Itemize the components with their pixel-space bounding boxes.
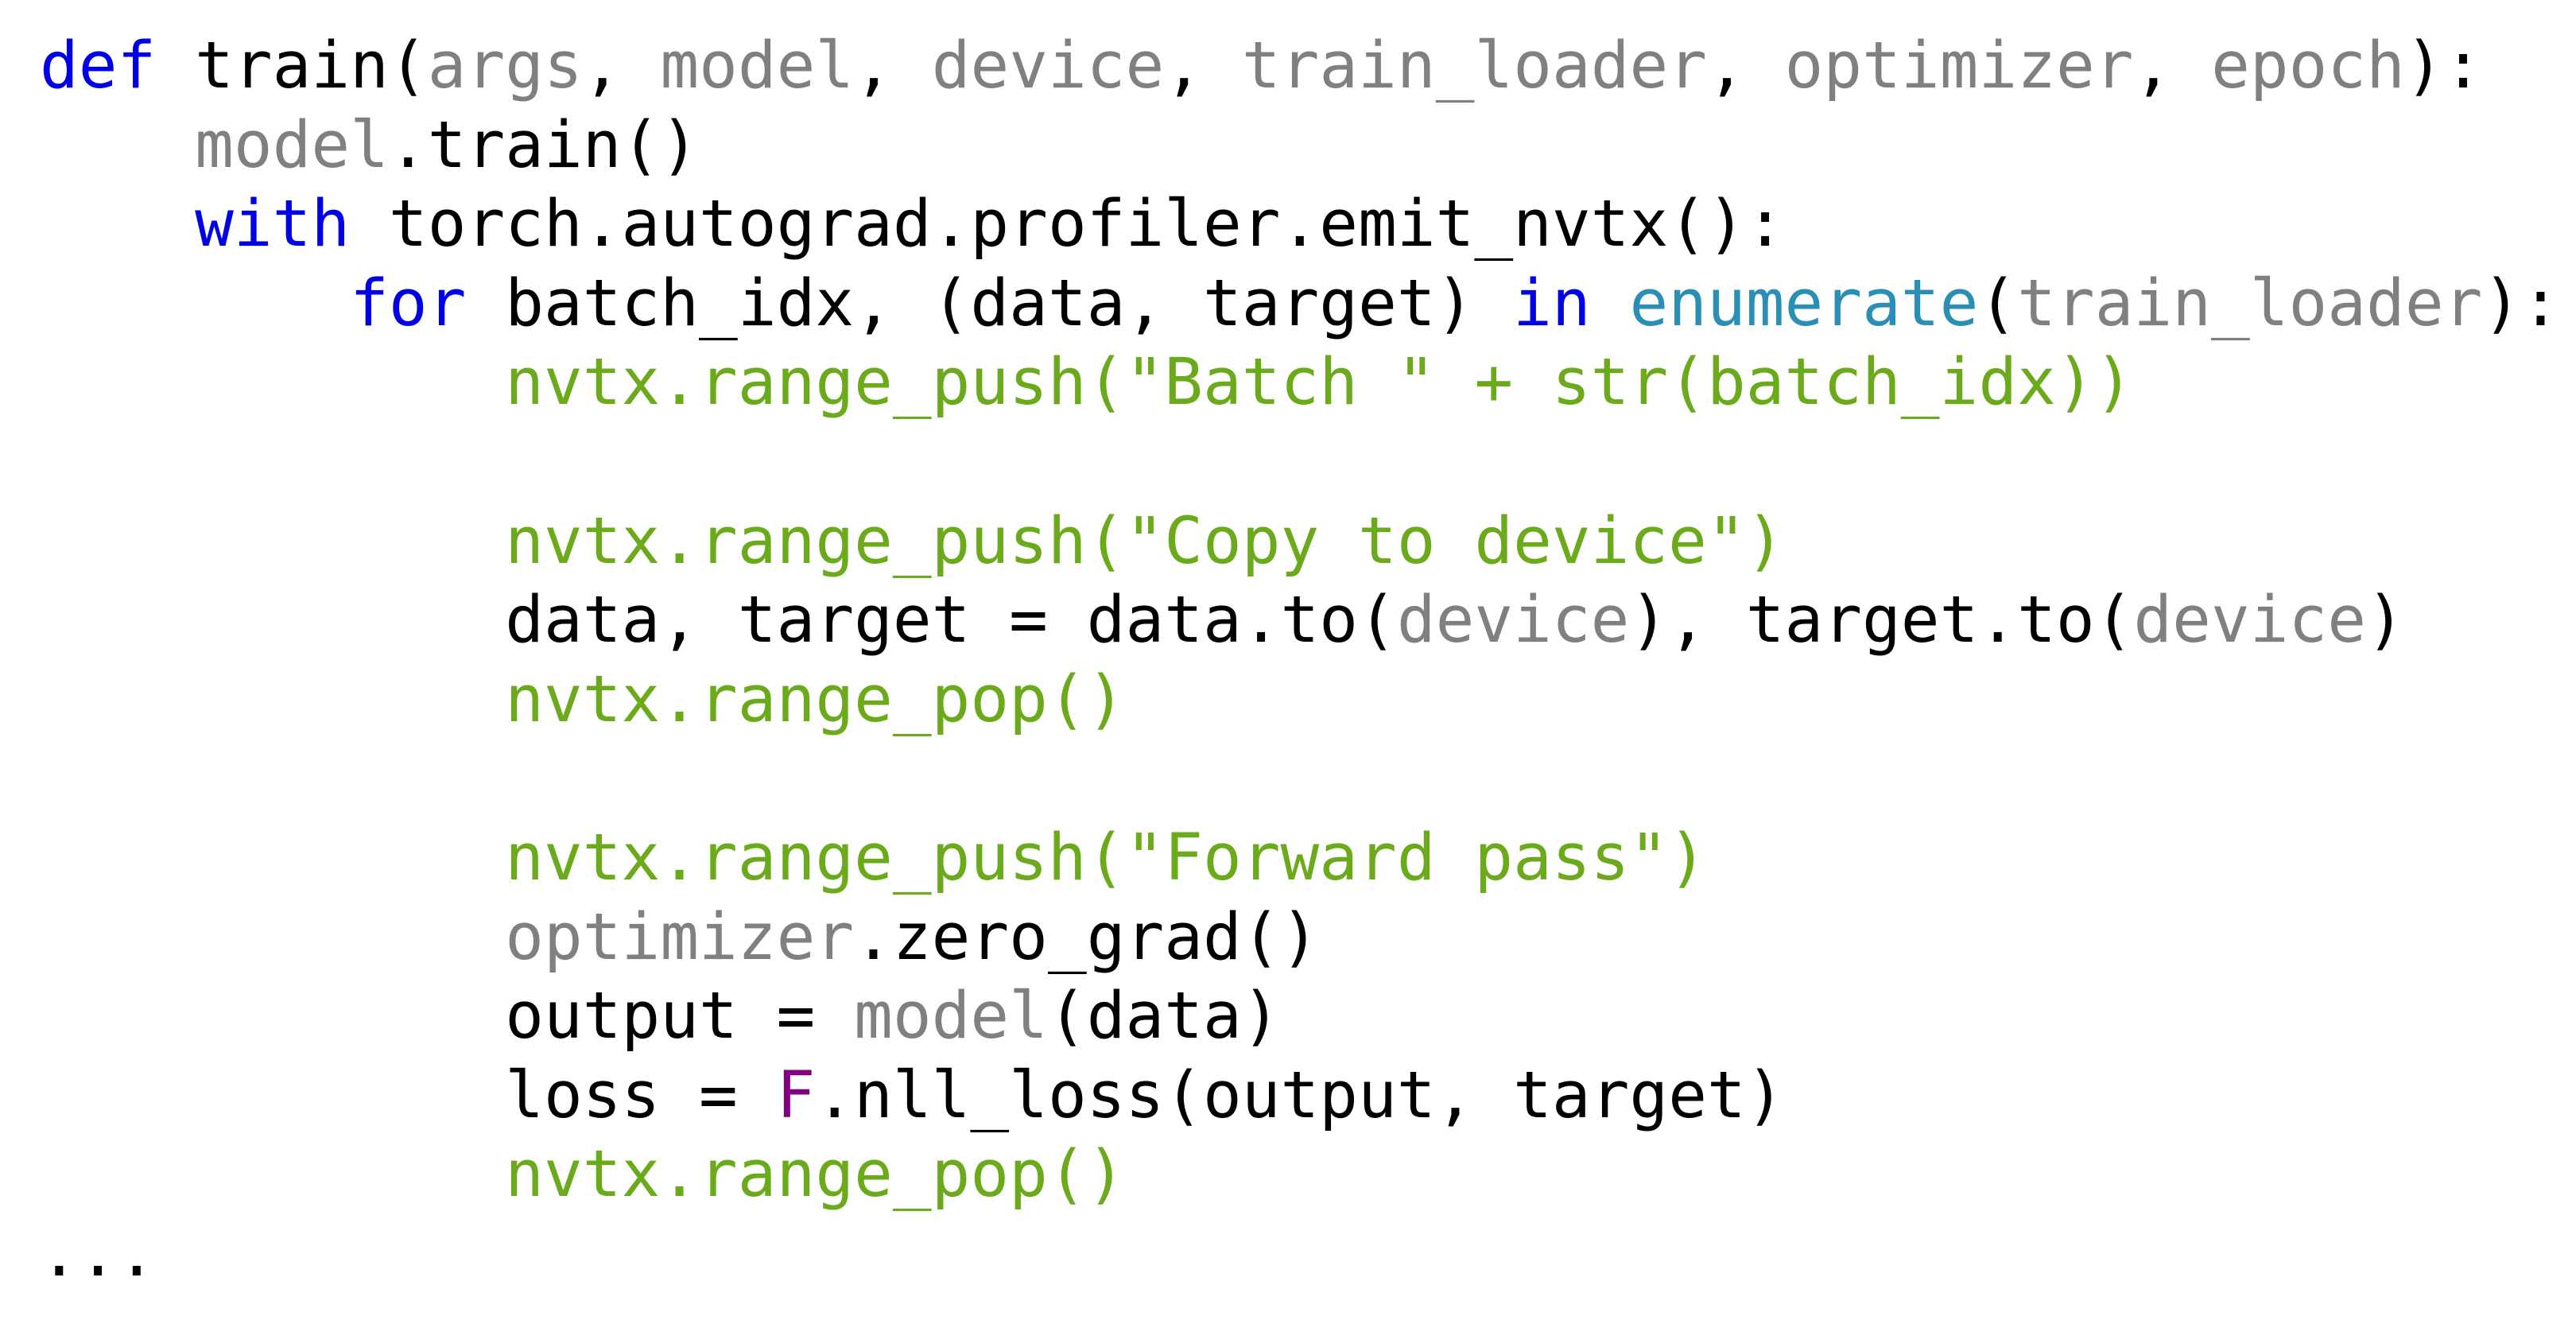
code-line: output = model(data) — [40, 977, 2560, 1057]
parameter-token: optimizer — [505, 899, 855, 975]
code-line: model.train() — [40, 107, 2560, 186]
keyword-token: in — [1513, 266, 1591, 341]
keyword-token: for — [350, 266, 467, 341]
code-token: , — [1164, 29, 1242, 103]
code-token: data, target = data.to( — [40, 583, 1397, 658]
code-line: def train(args, model, device, train_loa… — [40, 27, 2560, 107]
code-token: (data) — [1047, 979, 1281, 1054]
parameter-token: model — [660, 29, 855, 103]
code-line: optimizer.zero_grad() — [40, 899, 2560, 978]
builtin-token: enumerate — [1629, 266, 1979, 341]
code-token: .train() — [388, 107, 700, 183]
code-line: nvtx.range_push("Forward pass") — [40, 819, 2560, 899]
code-token: output = — [40, 979, 855, 1054]
parameter-token: device — [931, 29, 1165, 103]
code-token: loss = — [40, 1058, 777, 1133]
nvtx-call-token: nvtx.range_pop() — [505, 662, 1126, 737]
nvtx-call-token: nvtx.range_push("Forward pass") — [505, 820, 1707, 895]
code-line: for batch_idx, (data, target) in enumera… — [40, 265, 2560, 344]
code-token: ): — [2404, 29, 2483, 103]
parameter-token: device — [1396, 583, 1630, 658]
code-token: batch_idx, (data, target) — [466, 266, 1514, 341]
code-token: ( — [1978, 266, 2018, 341]
code-token: , — [582, 29, 661, 103]
code-line: ... — [40, 1215, 2560, 1295]
code-line: nvtx.range_pop() — [40, 1136, 2560, 1215]
parameter-token: device — [2133, 583, 2367, 658]
code-token: torch.autograd.profiler.emit_nvtx(): — [350, 187, 1785, 262]
code-line: nvtx.range_push("Batch " + str(batch_idx… — [40, 344, 2560, 423]
nvtx-call-token: nvtx.range_push("Copy to device") — [505, 503, 1785, 579]
code-block: def train(args, model, device, train_loa… — [40, 27, 2560, 1295]
code-token: , — [2133, 29, 2212, 103]
nvtx-call-token: nvtx.range_push("Batch " + str(batch_idx… — [505, 345, 2134, 421]
keyword-token: with — [195, 187, 351, 262]
parameter-token: args — [427, 29, 583, 103]
code-token: .nll_loss(output, target) — [815, 1058, 1785, 1133]
code-line: with torch.autograd.profiler.emit_nvtx()… — [40, 185, 2560, 265]
code-token: , — [854, 29, 932, 103]
parameter-token: optimizer — [1784, 29, 2134, 103]
code-line: data, target = data.to(device), target.t… — [40, 581, 2560, 661]
code-token: ... — [40, 1216, 157, 1291]
code-token: ) — [2366, 583, 2405, 658]
code-token: ), target.to( — [1629, 583, 2134, 658]
parameter-token: model — [854, 979, 1048, 1054]
module-token: F — [776, 1058, 816, 1133]
nvtx-call-token: nvtx.range_pop() — [505, 1137, 1126, 1213]
parameter-token: model — [195, 107, 389, 183]
parameter-token: epoch — [2211, 29, 2405, 103]
code-line: nvtx.range_pop() — [40, 661, 2560, 740]
parameter-token: train_loader — [1241, 29, 1708, 103]
code-token: train( — [156, 29, 428, 103]
code-line: loss = F.nll_loss(output, target) — [40, 1057, 2560, 1136]
code-token: , — [1707, 29, 1785, 103]
keyword-token: def — [40, 29, 157, 103]
parameter-token: train_loader — [2017, 266, 2483, 341]
code-line: nvtx.range_push("Copy to device") — [40, 503, 2560, 582]
code-token: ): — [2482, 266, 2560, 341]
code-token: .zero_grad() — [854, 899, 1320, 975]
